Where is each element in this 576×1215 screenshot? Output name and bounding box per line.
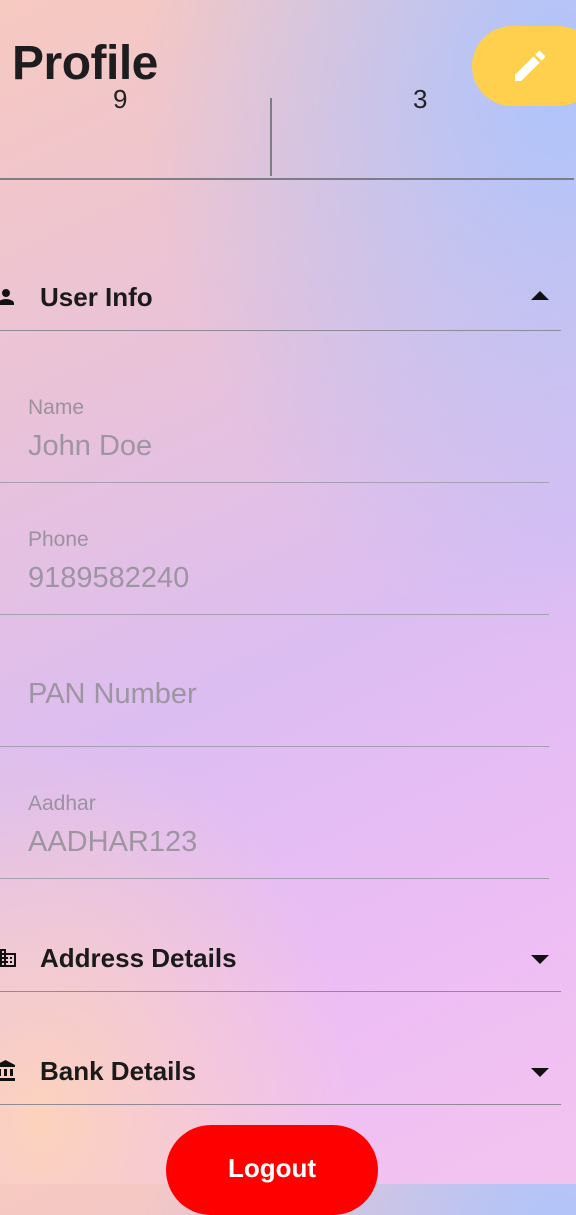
profile-stats: 9 3: [0, 84, 574, 180]
aadhar-field-label: Aadhar: [28, 792, 96, 815]
person-icon: [0, 289, 14, 305]
pencil-icon: [515, 50, 546, 81]
bank-icon: [0, 1060, 15, 1081]
page-title: Profile: [12, 37, 158, 90]
pan-number-field[interactable]: PAN Number: [0, 614, 549, 747]
address-details-section-header[interactable]: Address Details: [0, 927, 561, 992]
building-icon: [0, 949, 16, 967]
phone-field-label: Phone: [28, 528, 89, 551]
stat-left-value: 9: [113, 84, 128, 114]
stat-right-value: 3: [413, 84, 428, 114]
pan-number-placeholder[interactable]: PAN Number: [28, 678, 197, 711]
address-details-label: Address Details: [40, 943, 237, 973]
expand-icon: [531, 1068, 549, 1077]
expand-icon: [531, 955, 549, 964]
collapse-icon: [531, 291, 549, 300]
name-field[interactable]: Name John Doe: [0, 350, 549, 483]
aadhar-field-value[interactable]: AADHAR123: [28, 826, 197, 859]
user-info-section-header[interactable]: User Info: [0, 266, 561, 331]
phone-field[interactable]: Phone 9189582240: [0, 482, 549, 615]
stats-divider: [270, 98, 272, 176]
aadhar-field[interactable]: Aadhar AADHAR123: [0, 746, 549, 879]
phone-field-value[interactable]: 9189582240: [28, 562, 189, 595]
name-field-label: Name: [28, 396, 85, 419]
bank-details-label: Bank Details: [40, 1056, 197, 1086]
edit-profile-button[interactable]: [472, 26, 576, 106]
bank-details-section-header[interactable]: Bank Details: [0, 1040, 561, 1105]
name-field-value[interactable]: John Doe: [28, 430, 152, 463]
logout-button[interactable]: Logout: [166, 1125, 378, 1215]
user-info-label: User Info: [40, 282, 153, 312]
